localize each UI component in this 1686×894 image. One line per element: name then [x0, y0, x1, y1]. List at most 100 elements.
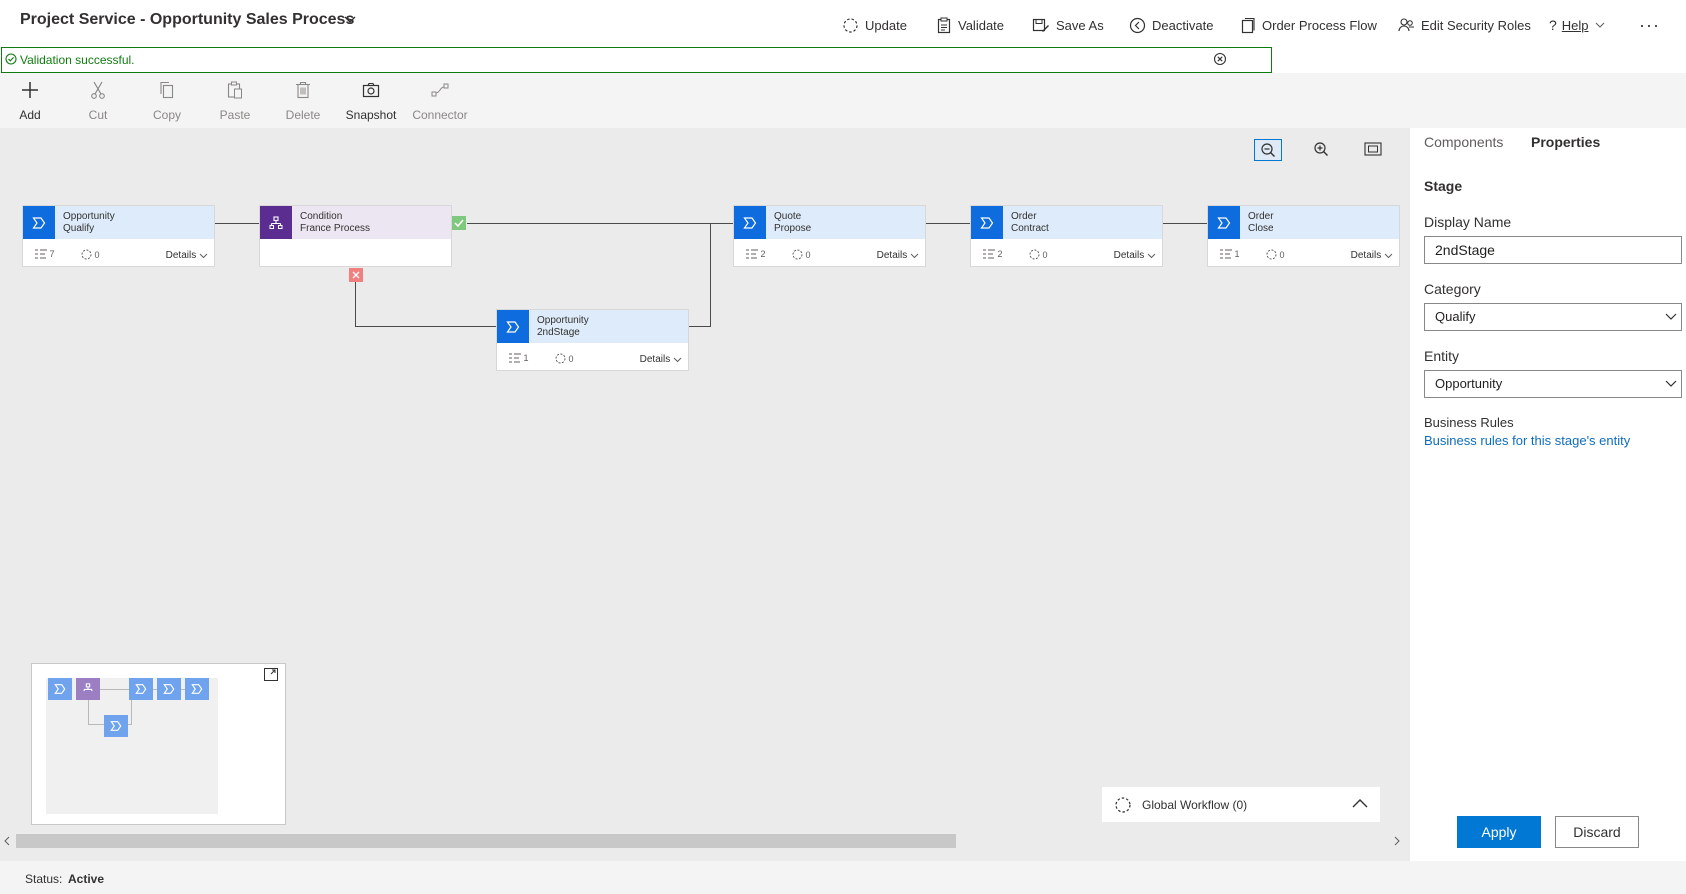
more-icon[interactable]: ···: [1639, 13, 1660, 37]
global-workflow-panel[interactable]: Global Workflow (0): [1102, 787, 1380, 822]
fit-to-screen-button[interactable]: [1360, 139, 1386, 159]
add-button[interactable]: Add: [0, 79, 62, 122]
category-select[interactable]: Qualify: [1424, 303, 1682, 331]
horizontal-scrollbar[interactable]: [0, 831, 1410, 849]
details-toggle[interactable]: Details: [1114, 250, 1156, 261]
delete-button[interactable]: Delete: [271, 79, 335, 122]
discard-button[interactable]: Discard: [1555, 816, 1639, 848]
workflow-count: 0: [555, 353, 574, 364]
connector-button[interactable]: Connector: [408, 79, 472, 122]
workflow-value: 0: [805, 249, 811, 260]
connector-line: [688, 326, 711, 327]
cut-button[interactable]: Cut: [66, 79, 130, 122]
details-toggle[interactable]: Details: [1351, 250, 1393, 261]
help-button[interactable]: ? Help: [1549, 13, 1612, 37]
clipboard-check-icon: [937, 17, 951, 33]
order-process-flow-label: Order Process Flow: [1262, 17, 1377, 33]
designer-toolbar: Add Cut Copy Paste Delete Snapshot Conne…: [0, 73, 1686, 128]
add-label: Add: [19, 108, 41, 122]
minimap-condition: [76, 678, 100, 700]
steps-icon: [983, 249, 995, 259]
properties-panel: Components Properties Stage Display Name…: [1410, 128, 1686, 861]
stage-name: Contract: [1011, 223, 1049, 234]
chevron-down-icon[interactable]: [343, 12, 357, 26]
order-process-flow-button[interactable]: Order Process Flow: [1240, 13, 1377, 37]
stage-name: 2ndStage: [537, 327, 580, 338]
paste-label: Paste: [219, 108, 251, 122]
help-label: Help: [1561, 17, 1589, 33]
close-icon: [352, 271, 360, 279]
stage-opportunity-2ndstage[interactable]: Opportunity 2ndStage 1 0 Details: [496, 309, 689, 371]
details-label: Details: [1350, 250, 1382, 261]
validate-button[interactable]: Validate: [936, 13, 1004, 37]
chevron-down-icon: [910, 253, 919, 259]
close-icon[interactable]: [1213, 52, 1227, 66]
chevron-down-icon: [1665, 380, 1677, 387]
condition-france-process[interactable]: Condition France Process: [259, 205, 452, 267]
steps-value: 2: [997, 249, 1003, 259]
stage-order-contract[interactable]: Order Contract 2 0 Details: [970, 205, 1163, 267]
edit-security-roles-button[interactable]: Edit Security Roles: [1398, 13, 1531, 37]
stage-icon: [743, 216, 757, 229]
steps-count: 1: [509, 353, 529, 363]
edit-security-roles-label: Edit Security Roles: [1421, 17, 1531, 33]
details-toggle[interactable]: Details: [877, 250, 919, 261]
paste-button[interactable]: Paste: [203, 79, 267, 122]
stage-icon: [980, 216, 994, 229]
chevron-down-icon: [1147, 253, 1156, 259]
chevron-down-icon: [1665, 313, 1677, 320]
chevron-down-icon: [199, 253, 208, 259]
stage-icon: [110, 721, 122, 731]
stage-quote-propose[interactable]: Quote Propose 2 0 Details: [733, 205, 926, 267]
validate-label: Validate: [958, 17, 1005, 33]
stage-icon: [32, 216, 46, 229]
details-toggle[interactable]: Details: [640, 354, 682, 365]
workflow-count: 0: [81, 249, 100, 260]
snapshot-button[interactable]: Snapshot: [339, 79, 403, 122]
details-label: Details: [639, 354, 671, 365]
check-circle-icon: [5, 53, 17, 65]
details-toggle[interactable]: Details: [166, 250, 208, 261]
stage-order-close[interactable]: Order Close 1 0 Details: [1207, 205, 1400, 267]
status-value: Active: [68, 872, 105, 886]
security-roles-icon: [1398, 17, 1414, 31]
connector-line: [925, 223, 970, 224]
snapshot-label: Snapshot: [345, 108, 397, 122]
zoom-in-button[interactable]: [1308, 139, 1334, 159]
collapse-minimap-icon[interactable]: [264, 668, 278, 681]
display-name-field[interactable]: 2ndStage: [1424, 236, 1682, 264]
entity-select[interactable]: Opportunity: [1424, 370, 1682, 398]
zoom-out-button[interactable]: [1254, 139, 1282, 161]
business-rules-label: Business Rules: [1424, 415, 1514, 430]
category-value: Qualify: [1435, 309, 1476, 324]
chevron-down-icon: [1595, 22, 1604, 28]
scroll-left-icon[interactable]: [3, 836, 11, 846]
update-button[interactable]: Update: [842, 13, 907, 37]
chevron-up-icon[interactable]: [1352, 797, 1368, 811]
scrollbar-thumb[interactable]: [16, 834, 956, 848]
minimap[interactable]: [31, 663, 286, 825]
tab-properties[interactable]: Properties: [1531, 134, 1600, 150]
process-designer-canvas[interactable]: Opportunity Qualify 7 0 Details Conditio…: [0, 128, 1410, 861]
status-bar: Status: Active: [0, 861, 1686, 894]
scroll-right-icon[interactable]: [1393, 836, 1401, 846]
stage-entity: Opportunity: [537, 315, 589, 326]
workflow-value: 0: [568, 353, 574, 364]
stage-icon: [135, 684, 147, 694]
stage-icon: [506, 320, 520, 333]
deactivate-button[interactable]: Deactivate: [1129, 13, 1213, 37]
connector-line: [467, 223, 733, 224]
steps-value: 1: [1234, 249, 1240, 259]
condition-icon: [83, 683, 93, 692]
stage-entity: Order: [1248, 211, 1274, 222]
stage-opportunity-qualify[interactable]: Opportunity Qualify 7 0 Details: [22, 205, 215, 267]
stage-name: Propose: [774, 223, 812, 234]
tab-components[interactable]: Components: [1424, 134, 1503, 150]
connector-label: Connector: [412, 108, 468, 122]
steps-count: 2: [746, 249, 766, 259]
apply-button[interactable]: Apply: [1457, 816, 1541, 848]
save-as-button[interactable]: Save As: [1032, 13, 1104, 37]
business-rules-link[interactable]: Business rules for this stage's entity: [1424, 433, 1630, 448]
copy-button[interactable]: Copy: [135, 79, 199, 122]
camera-icon: [362, 82, 380, 98]
